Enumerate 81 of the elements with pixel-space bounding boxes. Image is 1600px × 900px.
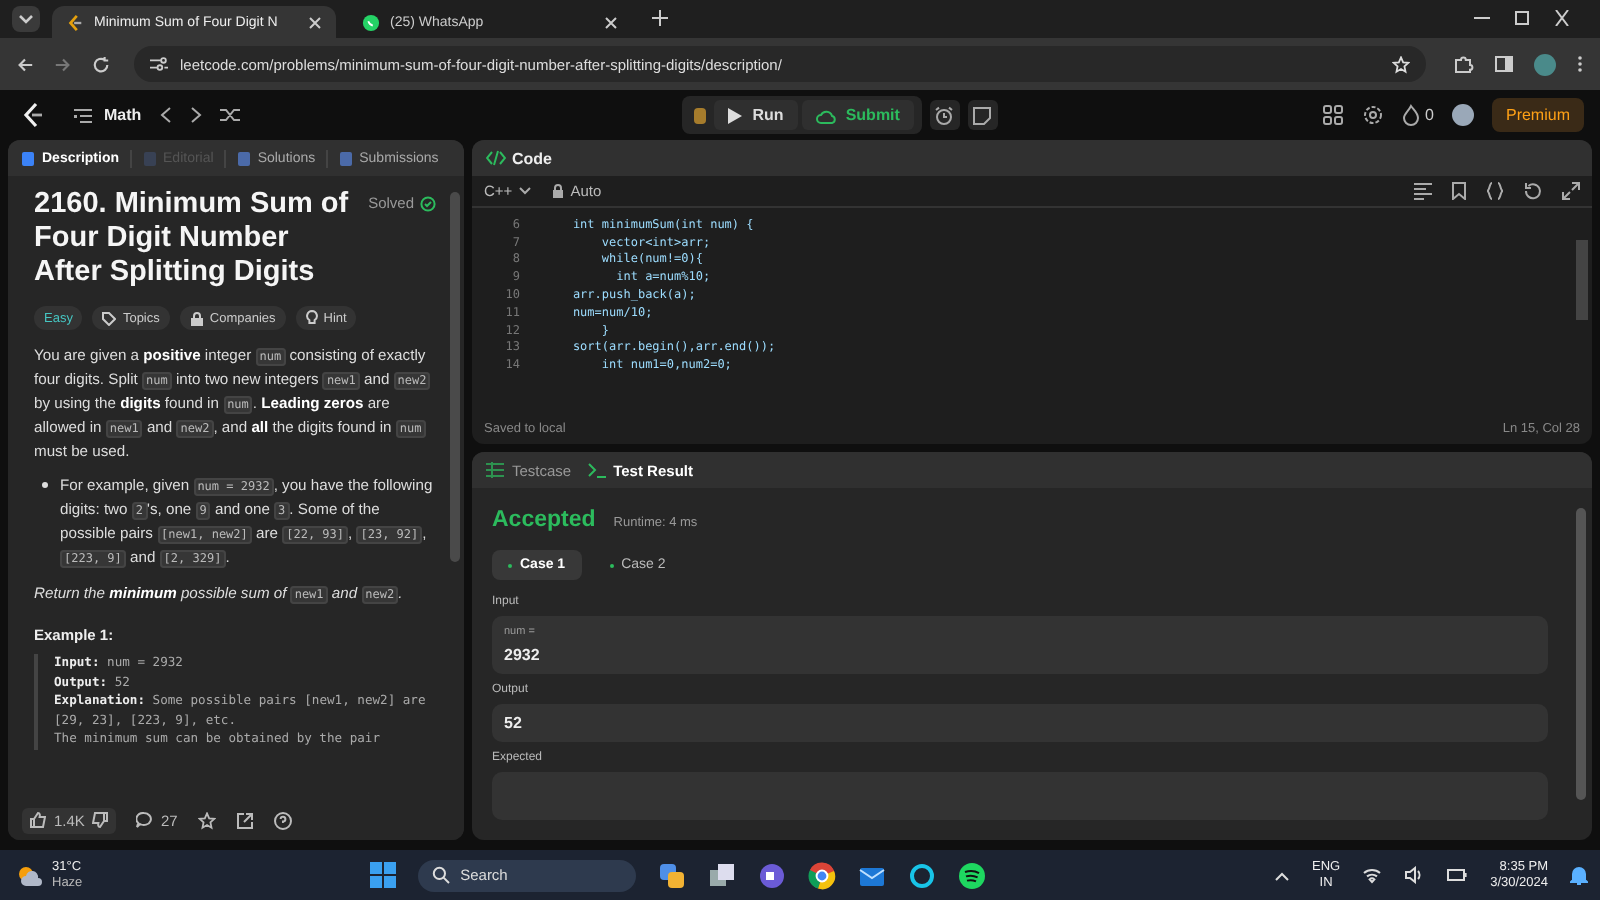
close-icon[interactable]	[1552, 10, 1572, 26]
code-icon	[486, 150, 506, 166]
panel-tab[interactable]: Code	[486, 149, 552, 167]
play-icon	[728, 107, 743, 123]
expand-icon[interactable]	[1562, 182, 1580, 200]
speech-bubble-icon	[136, 812, 153, 828]
lock-icon	[552, 184, 565, 198]
premium-button[interactable]: Premium	[1491, 98, 1584, 132]
star-icon[interactable]	[197, 811, 216, 829]
help-icon[interactable]	[273, 811, 292, 829]
site-settings-icon[interactable]	[150, 56, 168, 72]
lock-icon	[189, 311, 204, 325]
bookmark-icon[interactable]	[1452, 182, 1466, 200]
cloud-upload-icon	[815, 107, 836, 123]
task-view-icon[interactable]	[708, 861, 737, 889]
wifi-icon[interactable]	[1362, 866, 1383, 884]
tab-icon	[20, 149, 36, 167]
user-avatar[interactable]	[1451, 104, 1474, 126]
lightbulb-icon	[305, 310, 318, 326]
shuffle-icon[interactable]	[219, 106, 240, 124]
alarm-clock-icon	[934, 105, 955, 125]
close-icon[interactable]	[308, 15, 322, 29]
leetcode-logo-icon	[66, 13, 84, 31]
reset-icon[interactable]	[1524, 182, 1542, 200]
format-icon[interactable]	[1414, 182, 1432, 200]
puzzle-icon[interactable]	[1454, 54, 1474, 74]
new-tab-icon[interactable]	[652, 10, 668, 26]
close-icon[interactable]	[604, 15, 618, 29]
chevron-down-icon	[18, 13, 34, 25]
ring-icon[interactable]	[908, 861, 937, 889]
verdict-text: Accepted	[492, 508, 596, 532]
list-icon	[74, 107, 92, 123]
tab-icon	[235, 149, 252, 167]
notes-button[interactable]	[967, 100, 998, 130]
output-value: 52	[504, 714, 524, 732]
profile-avatar[interactable]	[1534, 53, 1556, 75]
terminal-icon	[587, 462, 606, 478]
thumbs-up-icon	[30, 812, 46, 828]
search-icon	[432, 866, 451, 884]
leetcode-logo-icon[interactable]	[22, 102, 44, 128]
speaker-icon[interactable]	[1404, 866, 1425, 884]
chat-bubble-icon	[362, 13, 380, 31]
widgets-icon[interactable]	[658, 861, 687, 889]
check-circle-icon	[420, 195, 436, 211]
next-icon[interactable]	[189, 106, 202, 124]
grid-icon[interactable]	[1321, 104, 1344, 126]
chevron-up-icon[interactable]	[1274, 869, 1290, 881]
submit-button[interactable]: Submit	[801, 100, 914, 130]
note-icon	[972, 105, 993, 125]
tab-icon	[141, 149, 158, 167]
forward-arrow-icon[interactable]	[54, 55, 72, 73]
variable-value: 2932	[504, 646, 542, 664]
alarm-clock-button[interactable]	[929, 100, 960, 130]
problem-list-link[interactable]: Math	[74, 106, 142, 124]
tab-icon	[337, 149, 354, 167]
star-icon[interactable]	[1392, 55, 1410, 73]
tab-search-button[interactable]	[12, 6, 40, 32]
back-arrow-icon[interactable]	[16, 55, 34, 73]
flame-icon	[1401, 104, 1420, 126]
run-button[interactable]: Run	[714, 100, 798, 130]
sun-cloud-icon	[16, 863, 44, 887]
side-panel-icon[interactable]	[1494, 54, 1514, 74]
settings-icon[interactable]	[1361, 104, 1384, 126]
chevron-down-icon	[518, 186, 533, 196]
music-app-icon[interactable]	[958, 861, 987, 889]
problem-title: 2160. Minimum Sum of Four Digit Number After Splitting Digits	[34, 188, 351, 290]
streak-counter[interactable]: 0	[1401, 104, 1434, 126]
reload-icon[interactable]	[92, 55, 110, 73]
menu-icon[interactable]	[1576, 54, 1584, 74]
previous-icon[interactable]	[159, 106, 172, 124]
battery-icon[interactable]	[1446, 866, 1469, 884]
thumbs-down-icon[interactable]	[92, 812, 109, 828]
share-icon[interactable]	[235, 811, 254, 829]
bell-icon[interactable]	[1570, 865, 1589, 885]
maximize-icon[interactable]	[1512, 10, 1532, 26]
checklist-icon	[486, 462, 504, 478]
tag-icon	[102, 311, 117, 325]
browser-icon[interactable]	[808, 861, 837, 889]
braces-icon[interactable]	[1486, 182, 1504, 200]
start-icon[interactable]	[370, 862, 397, 888]
video-chat-icon[interactable]	[758, 861, 787, 889]
